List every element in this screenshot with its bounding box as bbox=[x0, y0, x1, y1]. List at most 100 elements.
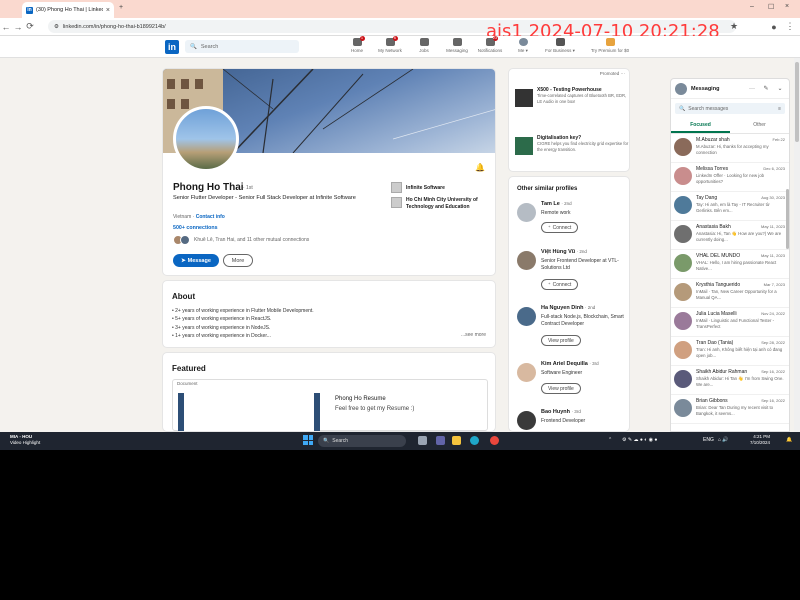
nav-messaging[interactable]: Messaging bbox=[442, 38, 472, 53]
message-button[interactable]: ➤ Message bbox=[173, 254, 219, 267]
conversation-item[interactable]: Shaikh Abidur Rahman Sep 16, 2022 Shaikh A… bbox=[671, 366, 789, 395]
message-search-input[interactable]: 🔍 Search messages ≡ bbox=[675, 103, 785, 114]
menu-icon[interactable]: ⋮ bbox=[784, 21, 796, 32]
person-name[interactable]: Kim Ariel Dequilla bbox=[541, 361, 588, 367]
connect-button[interactable]: ⁺ Connect bbox=[541, 222, 579, 233]
bookmark-star-icon[interactable]: ★ bbox=[728, 21, 740, 32]
conversation-item[interactable]: M.Abuzar shah Feb 22 M.Abuzar: Hi, thanks … bbox=[671, 134, 789, 163]
mutual-connections[interactable]: Khuê Lê, Tran Hai, and 11 other mutual c… bbox=[173, 235, 309, 245]
scrollbar[interactable] bbox=[786, 189, 789, 249]
ad-logo-icon bbox=[515, 137, 533, 155]
person-name[interactable]: Tam Le bbox=[541, 201, 560, 207]
experience-company[interactable]: Infinite Software bbox=[391, 182, 445, 193]
tray-chevron-icon[interactable]: ⌃ bbox=[608, 437, 612, 443]
more-button[interactable]: More bbox=[223, 254, 253, 267]
avatar[interactable] bbox=[517, 363, 536, 382]
filter-icon[interactable]: ≡ bbox=[778, 106, 781, 112]
featured-item[interactable]: Document Phong Ho Resume Feel free to ge… bbox=[172, 379, 488, 431]
new-tab-icon[interactable]: + bbox=[119, 4, 123, 11]
teams-icon[interactable] bbox=[436, 436, 445, 445]
conversation-item[interactable]: Brian Gibbons Sep 16, 2022 Brian: Dear Tan… bbox=[671, 395, 789, 424]
ad-item[interactable]: Digitalisation key? CIGRE helps you find … bbox=[515, 135, 629, 155]
search-input[interactable]: 🔍 Search bbox=[185, 40, 299, 53]
conversation-item[interactable]: Anastasia Bakh May 11, 2023 Anastasia: Hi,… bbox=[671, 221, 789, 250]
avatar[interactable] bbox=[517, 307, 536, 326]
avatar bbox=[674, 138, 692, 156]
school-logo-icon bbox=[391, 197, 402, 208]
avatar-icon bbox=[518, 38, 528, 46]
avatar[interactable] bbox=[517, 203, 536, 222]
profile-icon[interactable]: ● bbox=[768, 22, 780, 32]
nav-jobs[interactable]: Jobs bbox=[409, 38, 439, 53]
close-window-icon[interactable]: × bbox=[785, 3, 789, 10]
nav-home[interactable]: 1 Home bbox=[342, 36, 372, 53]
nav-for-business[interactable]: For Business ▾ bbox=[545, 38, 575, 54]
profile-avatar[interactable] bbox=[173, 106, 239, 172]
company-logo-icon bbox=[391, 182, 402, 193]
view-profile-button[interactable]: View profile bbox=[541, 335, 581, 346]
nav-notifications[interactable]: 23 Notifications bbox=[475, 36, 505, 53]
experience-school[interactable]: Ho Chi Minh City University of Technolog… bbox=[391, 197, 491, 211]
person-name[interactable]: Ha Nguyen Dinh bbox=[541, 305, 583, 311]
minimize-icon[interactable]: – bbox=[750, 3, 754, 10]
taskbar-clock[interactable]: 4:21 PM 7/10/2024 bbox=[740, 434, 770, 446]
taskbar-search[interactable]: 🔍 Search bbox=[318, 435, 406, 447]
ad-item[interactable]: X500 - Testing Powerhouse Time-correlated… bbox=[515, 87, 629, 107]
linkedin-favicon-icon: in bbox=[26, 6, 33, 14]
person-name[interactable]: Bao Huynh bbox=[541, 409, 570, 415]
network-volume-icon[interactable]: ⌂ 🔊 bbox=[718, 437, 729, 443]
back-icon[interactable]: ← bbox=[0, 22, 12, 32]
site-info-icon[interactable]: ⚙ bbox=[54, 24, 59, 30]
messaging-header[interactable]: Messaging ··· ✎ ⌄ bbox=[671, 79, 789, 99]
nav-premium[interactable]: Try Premium for $0 bbox=[585, 38, 635, 53]
see-more-link[interactable]: ...see more bbox=[461, 332, 486, 338]
edge-icon[interactable] bbox=[470, 436, 479, 445]
conversation-item[interactable]: Melissa Torres Dec 6, 2023 LinkedIn Offer … bbox=[671, 163, 789, 192]
tab-focused[interactable]: Focused bbox=[671, 118, 730, 133]
start-icon[interactable] bbox=[303, 435, 313, 445]
browser-tab[interactable]: in (30) Phong Ho Thai | LinkedIn × bbox=[22, 2, 114, 18]
nav-my-network[interactable]: 6 My Network bbox=[375, 36, 405, 53]
tab-other[interactable]: Other bbox=[730, 118, 789, 133]
file-explorer-icon[interactable] bbox=[452, 436, 461, 445]
search-placeholder: Search bbox=[200, 43, 219, 50]
connections-link[interactable]: 500+ connections bbox=[173, 225, 218, 231]
more-options-icon[interactable]: ··· bbox=[747, 86, 757, 92]
tray-icons[interactable]: ⚙ ✎ ☁ ● ◐ ◉ ● bbox=[622, 437, 657, 443]
connect-button[interactable]: ⁺ Connect bbox=[541, 279, 579, 290]
reload-icon[interactable]: ⟳ bbox=[24, 21, 36, 32]
view-profile-button[interactable]: View profile bbox=[541, 383, 581, 394]
conversation-date: Sep 16, 2022 bbox=[761, 369, 785, 374]
linkedin-logo[interactable]: in bbox=[165, 40, 179, 54]
follow-bell-icon[interactable]: 🔔 bbox=[475, 163, 485, 172]
conversation-item[interactable]: Julia Lucia Maselli Nov 24, 2022 InMail · … bbox=[671, 308, 789, 337]
mutual-avatars bbox=[173, 235, 191, 245]
conversation-list: M.Abuzar shah Feb 22 M.Abuzar: Hi, thanks … bbox=[671, 134, 789, 424]
language-indicator[interactable]: ENG bbox=[703, 437, 714, 443]
conversation-item[interactable]: Tran Dao (Tania) Sep 28, 2022 Tran: Hi anh… bbox=[671, 337, 789, 366]
conversation-preview: Brian: Dear Tan During my recent visit t… bbox=[696, 405, 774, 416]
task-view-icon[interactable] bbox=[418, 436, 427, 445]
chrome-icon[interactable] bbox=[490, 436, 499, 445]
conversation-preview: Tran: Hi anh, Không biết hiện tại anh có… bbox=[696, 347, 783, 358]
forward-icon[interactable]: → bbox=[12, 22, 24, 32]
conversation-preview: LinkedIn Offer · Looking for new job opp… bbox=[696, 173, 764, 184]
nav-me[interactable]: Me ▾ bbox=[508, 38, 538, 54]
avatar[interactable] bbox=[517, 411, 536, 430]
conversation-item[interactable]: VHAL DEL MUNDO May 11, 2023 VHAL: Hello, I… bbox=[671, 250, 789, 279]
maximize-icon[interactable]: ☐ bbox=[768, 3, 774, 11]
person-name[interactable]: Việt Hùng Vũ bbox=[541, 249, 575, 255]
widgets-button[interactable]: MIA - HOU Video Highlight bbox=[10, 434, 40, 445]
promoted-ads: Promoted ··· X500 - Testing Powerhouse Ti… bbox=[508, 68, 630, 172]
contact-info-link[interactable]: Contact info bbox=[196, 214, 225, 220]
avatar[interactable] bbox=[517, 251, 536, 270]
page-scrollbar[interactable] bbox=[794, 58, 800, 432]
add-person-icon: ⁺ bbox=[548, 224, 551, 231]
notification-bell-icon[interactable]: 🔔 bbox=[786, 437, 792, 443]
conversation-item[interactable]: Tay Dang Aug 30, 2023 Tay: Hi anh, em là T… bbox=[671, 192, 789, 221]
close-tab-icon[interactable]: × bbox=[106, 7, 110, 14]
collapse-icon[interactable]: ⌄ bbox=[775, 85, 785, 92]
conversation-item[interactable]: Krysthia Tanguerido Mar 7, 2023 InMail · T… bbox=[671, 279, 789, 308]
conversation-date: Feb 22 bbox=[772, 137, 785, 142]
compose-icon[interactable]: ✎ bbox=[761, 85, 771, 92]
